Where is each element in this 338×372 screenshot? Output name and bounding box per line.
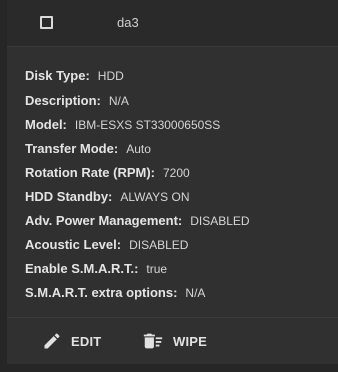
detail-value: true	[146, 262, 168, 276]
select-disk-checkbox[interactable]	[40, 16, 53, 29]
detail-hdd-standby: HDD Standby: ALWAYS ON	[25, 188, 190, 206]
detail-value: HDD	[97, 69, 124, 83]
detail-label: Model:	[25, 117, 67, 132]
wipe-label: WIPE	[173, 333, 208, 349]
wipe-button[interactable]: WIPE	[142, 318, 207, 364]
disk-actions: EDIT WIPE	[7, 318, 338, 364]
detail-smart-extra-options: S.M.A.R.T. extra options: N/A	[25, 284, 205, 302]
detail-disk-type: Disk Type: HDD	[25, 67, 124, 85]
detail-rotation-rate: Rotation Rate (RPM): 7200	[25, 164, 190, 182]
disk-row-header[interactable]: da3	[7, 0, 338, 47]
detail-value: 7200	[163, 166, 190, 180]
left-rail	[0, 0, 7, 372]
detail-value: Auto	[126, 142, 151, 156]
detail-label: S.M.A.R.T. extra options:	[25, 285, 178, 300]
detail-label: Rotation Rate (RPM):	[25, 165, 155, 180]
edit-button[interactable]: EDIT	[42, 318, 101, 364]
detail-label: Adv. Power Management:	[25, 213, 183, 228]
disk-details: Disk Type: HDD Description: N/A Model: IBM-…	[7, 47, 338, 317]
bottom-strip	[0, 364, 338, 372]
detail-value: DISABLED	[190, 214, 250, 228]
disk-detail-panel: da3 Disk Type: HDD Description: N/A Model:…	[0, 0, 338, 372]
detail-value: IBM-ESXS ST33000650SS	[74, 118, 221, 132]
disk-name: da3	[117, 15, 139, 30]
detail-label: Transfer Mode:	[25, 141, 119, 156]
detail-label: Acoustic Level:	[25, 237, 122, 252]
detail-model: Model: IBM-ESXS ST33000650SS	[25, 116, 220, 134]
pencil-icon	[42, 331, 62, 351]
detail-enable-smart: Enable S.M.A.R.T.: true	[25, 260, 167, 278]
detail-transfer-mode: Transfer Mode: Auto	[25, 140, 151, 158]
detail-value: ALWAYS ON	[120, 190, 190, 204]
detail-value: N/A	[108, 94, 129, 108]
detail-value: N/A	[185, 286, 206, 300]
detail-label: Description:	[25, 93, 101, 108]
detail-value: DISABLED	[129, 238, 189, 252]
detail-adv-power-management: Adv. Power Management: DISABLED	[25, 212, 250, 230]
edit-label: EDIT	[71, 333, 102, 349]
detail-label: Disk Type:	[25, 68, 90, 83]
detail-acoustic-level: Acoustic Level: DISABLED	[25, 236, 188, 254]
detail-description: Description: N/A	[25, 92, 129, 110]
detail-label: Enable S.M.A.R.T.:	[25, 261, 139, 276]
wipe-icon	[142, 330, 164, 352]
detail-label: HDD Standby:	[25, 189, 113, 204]
